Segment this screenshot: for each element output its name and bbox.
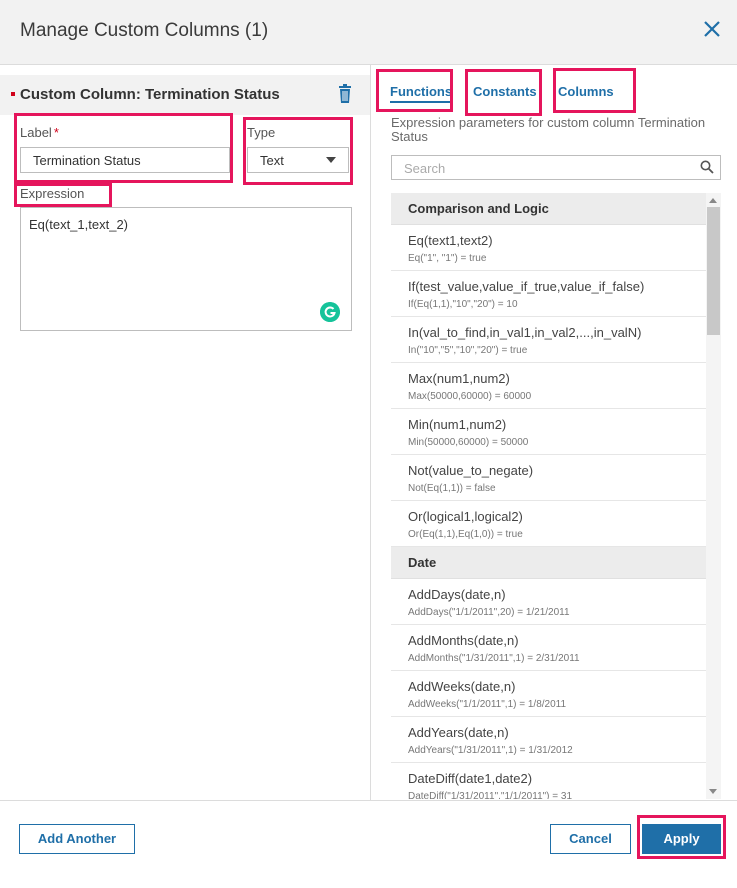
function-example: AddWeeks("1/1/2011",1) = 1/8/2011 bbox=[408, 699, 567, 710]
manage-custom-columns-dialog: Manage Custom Columns (1) Custom Column:… bbox=[0, 0, 737, 888]
function-example: If(Eq(1,1),"10","20") = 10 bbox=[408, 299, 518, 310]
function-signature: If(test_value,value_if_true,value_if_fal… bbox=[408, 279, 645, 294]
function-example: AddDays("1/1/2011",20) = 1/21/2011 bbox=[408, 607, 570, 618]
function-list-item[interactable]: AddDays(date,n) AddDays("1/1/2011",20) = … bbox=[391, 579, 706, 625]
function-list-item[interactable]: If(test_value,value_if_true,value_if_fal… bbox=[391, 271, 706, 317]
tab-columns[interactable]: Columns bbox=[558, 84, 614, 99]
function-signature: Min(num1,num2) bbox=[408, 417, 507, 432]
function-list-item[interactable]: AddYears(date,n) AddYears("1/31/2011",1) … bbox=[391, 717, 706, 763]
function-list-item[interactable]: AddMonths(date,n) AddMonths("1/31/2011",1… bbox=[391, 625, 706, 671]
function-signature: Not(value_to_negate) bbox=[408, 463, 534, 478]
search-icon bbox=[700, 160, 714, 174]
scrollbar-thumb[interactable] bbox=[707, 207, 720, 335]
required-star: * bbox=[53, 125, 59, 140]
function-example: AddMonths("1/31/2011",1) = 2/31/2011 bbox=[408, 653, 580, 664]
function-list-item[interactable]: AddWeeks(date,n) AddWeeks("1/1/2011",1) =… bbox=[391, 671, 706, 717]
function-list-item[interactable]: DateDiff(date1,date2) DateDiff("1/31/2011… bbox=[391, 763, 706, 799]
function-signature: In(val_to_find,in_val1,in_val2,...,in_va… bbox=[408, 325, 642, 340]
function-list-item[interactable]: In(val_to_find,in_val1,in_val2,...,in_va… bbox=[391, 317, 706, 363]
function-list-item[interactable]: Or(logical1,logical2) Or(Eq(1,1),Eq(1,0))… bbox=[391, 501, 706, 547]
function-group-header: Comparison and Logic bbox=[391, 193, 706, 225]
scroll-down-icon[interactable] bbox=[709, 789, 717, 794]
function-signature: DateDiff(date1,date2) bbox=[408, 771, 533, 786]
label-input[interactable]: Termination Status bbox=[20, 147, 230, 173]
function-signature: AddYears(date,n) bbox=[408, 725, 509, 740]
expression-helper-panel: Functions Constants Columns Expression p… bbox=[372, 65, 737, 800]
custom-column-header: Custom Column: Termination Status bbox=[0, 75, 370, 115]
function-example: Not(Eq(1,1)) = false bbox=[408, 483, 496, 494]
dialog-header: Manage Custom Columns (1) bbox=[0, 0, 737, 65]
type-select-value: Text bbox=[260, 153, 284, 168]
function-list: Comparison and Logic Eq(text1,text2) Eq("1… bbox=[391, 193, 706, 799]
function-example: In("10","5","10","20") = true bbox=[408, 345, 528, 356]
function-example: AddYears("1/31/2011",1) = 1/31/2012 bbox=[408, 745, 573, 756]
trash-icon[interactable] bbox=[337, 84, 353, 104]
function-signature: AddWeeks(date,n) bbox=[408, 679, 516, 694]
search-input[interactable]: Search bbox=[391, 155, 721, 180]
grammarly-icon[interactable] bbox=[320, 302, 340, 322]
function-list-item[interactable]: Min(num1,num2) Min(50000,60000) = 50000 bbox=[391, 409, 706, 455]
function-group-header: Date bbox=[391, 547, 706, 579]
custom-column-editor: Custom Column: Termination Status Label *… bbox=[0, 65, 371, 800]
tab-constants[interactable]: Constants bbox=[473, 84, 537, 99]
function-signature: Max(num1,num2) bbox=[408, 371, 510, 386]
required-marker bbox=[11, 92, 15, 96]
function-example: Max(50000,60000) = 60000 bbox=[408, 391, 532, 402]
function-example: Or(Eq(1,1),Eq(1,0)) = true bbox=[408, 529, 523, 540]
type-select[interactable]: Text bbox=[247, 147, 349, 173]
function-list-scrollbar[interactable] bbox=[706, 193, 721, 799]
function-example: Min(50000,60000) = 50000 bbox=[408, 437, 529, 448]
dialog-footer: Add Another Cancel Apply bbox=[0, 800, 737, 888]
tab-functions[interactable]: Functions bbox=[390, 84, 453, 103]
expression-hint: Expression parameters for custom column … bbox=[391, 115, 706, 144]
close-icon[interactable] bbox=[701, 18, 723, 40]
function-list-item[interactable]: Eq(text1,text2) Eq("1", "1") = true bbox=[391, 225, 706, 271]
chevron-down-icon bbox=[326, 157, 336, 163]
search-placeholder: Search bbox=[404, 161, 446, 176]
label-field-label-text: Label bbox=[20, 125, 52, 140]
function-signature: AddDays(date,n) bbox=[408, 587, 506, 602]
function-signature: AddMonths(date,n) bbox=[408, 633, 519, 648]
dialog-title: Manage Custom Columns (1) bbox=[20, 20, 269, 41]
function-example: Eq("1", "1") = true bbox=[408, 253, 487, 264]
function-list-item[interactable]: Not(value_to_negate) Not(Eq(1,1)) = false bbox=[391, 455, 706, 501]
add-another-button[interactable]: Add Another bbox=[19, 824, 135, 854]
function-list-item[interactable]: Max(num1,num2) Max(50000,60000) = 60000 bbox=[391, 363, 706, 409]
apply-button[interactable]: Apply bbox=[642, 824, 721, 854]
function-signature: Or(logical1,logical2) bbox=[408, 509, 523, 524]
custom-column-title: Custom Column: Termination Status bbox=[20, 86, 280, 103]
expression-textarea[interactable]: Eq(text_1,text_2) bbox=[20, 207, 352, 331]
expression-field-label: Expression bbox=[20, 186, 85, 201]
cancel-button[interactable]: Cancel bbox=[550, 824, 631, 854]
function-signature: Eq(text1,text2) bbox=[408, 233, 493, 248]
scroll-up-icon[interactable] bbox=[709, 198, 717, 203]
label-field-label: Label * bbox=[20, 125, 59, 140]
function-example: DateDiff("1/31/2011","1/1/2011") = 31 bbox=[408, 791, 573, 799]
type-field-label: Type bbox=[247, 125, 276, 140]
